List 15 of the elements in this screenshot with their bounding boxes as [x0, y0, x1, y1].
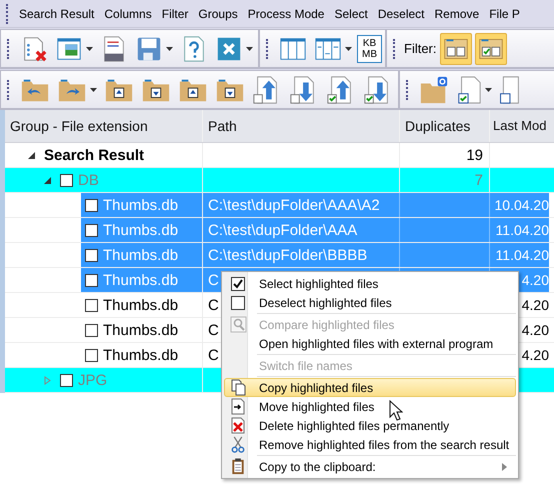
group-name: DB: [78, 172, 99, 188]
group-name: Search Result: [44, 146, 144, 164]
table-cell-text: 4.20: [520, 296, 549, 315]
filter-label: Filter:: [404, 41, 436, 56]
table-cell: 10.04.20: [490, 193, 549, 217]
table-cell: C:\test\dupFolder\AAA\A2: [203, 193, 400, 217]
table-cell: 7: [400, 168, 490, 192]
table-cell-text: 4.20: [520, 346, 549, 365]
table-cell: 11.04.20: [490, 243, 549, 267]
table-cell: C:\test\dupFolder\BBBB: [203, 243, 400, 267]
table-cell: 11.04.20: [490, 218, 549, 242]
table-cell-text: 4.20: [520, 321, 549, 340]
table-cell: C:\test\dupFolder\AAA: [203, 218, 400, 242]
group-name: JPG: [78, 372, 108, 388]
table-cell: 19: [400, 143, 490, 167]
